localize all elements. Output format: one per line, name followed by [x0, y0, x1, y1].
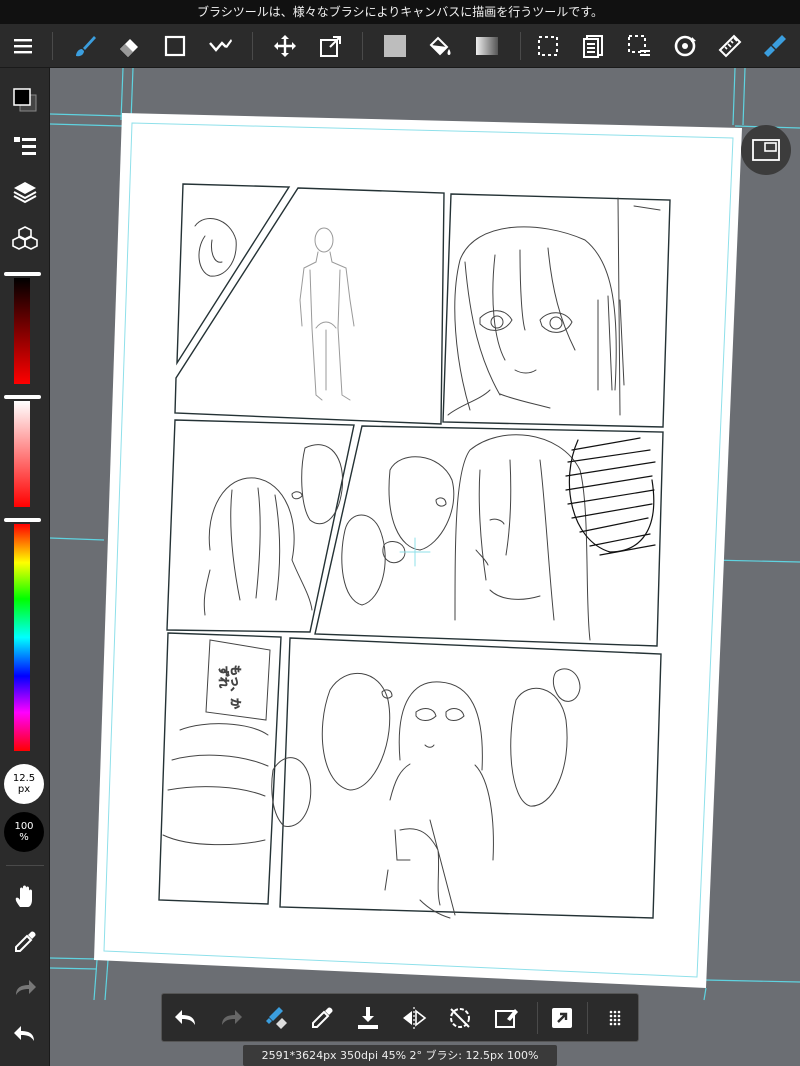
hue-slider-handle[interactable]: [4, 518, 41, 522]
hue-slider[interactable]: [14, 524, 30, 751]
brush-size-value: 12.5: [12, 773, 36, 784]
menu-icon[interactable]: [8, 31, 38, 61]
undo-icon[interactable]: [170, 1003, 202, 1033]
navigator-icon: [752, 139, 780, 161]
undo-icon[interactable]: [9, 1018, 41, 1050]
brightness-slider[interactable]: [14, 278, 30, 384]
top-toolbar: [0, 24, 800, 68]
rotate-icon[interactable]: [670, 31, 700, 61]
transform-icon[interactable]: [316, 31, 346, 61]
move-icon[interactable]: [270, 31, 300, 61]
status-info: 2591*3624px 350dpi 45% 2° ブラシ: 12.5px 10…: [243, 1045, 557, 1066]
svg-text:ずれ: ずれ: [217, 666, 230, 688]
share-icon[interactable]: [546, 1003, 578, 1033]
copy-icon[interactable]: [578, 31, 608, 61]
sidebar-divider: [6, 865, 44, 866]
layers-icon[interactable]: [9, 176, 41, 208]
more-grid-icon[interactable]: [599, 1003, 631, 1033]
redo-icon[interactable]: [215, 1003, 247, 1033]
opacity-button[interactable]: 100 %: [4, 812, 44, 852]
ruler-icon[interactable]: [715, 31, 745, 61]
opacity-value: 100: [14, 821, 34, 832]
line-icon[interactable]: [205, 31, 235, 61]
toolbar-divider: [252, 32, 253, 60]
fill-color-icon[interactable]: [380, 31, 410, 61]
left-sidebar: 12.5 px 100 %: [0, 68, 50, 1066]
hand-icon[interactable]: [9, 880, 41, 912]
toolbar-divider: [362, 32, 363, 60]
materials-icon[interactable]: [9, 222, 41, 254]
brightness-slider-handle[interactable]: [4, 272, 41, 276]
toolbar-divider: [520, 32, 521, 60]
tone-pen-icon[interactable]: [760, 31, 790, 61]
flip-icon[interactable]: [398, 1003, 430, 1033]
eraser-icon[interactable]: [114, 31, 144, 61]
eyedropper-icon[interactable]: [9, 926, 41, 958]
canvas-area[interactable]: もっ、か ずれ: [50, 68, 800, 1066]
eyedropper-icon[interactable]: [306, 1003, 338, 1033]
toolbar-divider: [52, 32, 53, 60]
redo-icon[interactable]: [9, 972, 41, 1004]
saturation-slider[interactable]: [14, 401, 30, 507]
canvas-drawing: もっ、か ずれ: [50, 68, 800, 1001]
brush-size-button[interactable]: 12.5 px: [4, 764, 44, 804]
tool-hint: ブラシツールは、様々なブラシによりキャンバスに描画を行うツールです。: [0, 0, 800, 24]
import-icon[interactable]: [352, 1003, 384, 1033]
shape-icon[interactable]: [160, 31, 190, 61]
navigator-button[interactable]: [741, 125, 791, 175]
reset-rotation-icon[interactable]: [444, 1003, 476, 1033]
app: ブラシツールは、様々なブラシによりキャンバスに描画を行うツールです。 12.5 …: [0, 0, 800, 1066]
clear-icon[interactable]: [490, 1003, 522, 1033]
brush-eraser-toggle-icon[interactable]: [260, 1003, 292, 1033]
bottom-divider: [587, 1002, 588, 1034]
color-swatch[interactable]: [9, 84, 41, 116]
layer-list-icon[interactable]: [9, 130, 41, 162]
brush-size-unit: px: [17, 784, 31, 795]
saturation-slider-handle[interactable]: [4, 395, 41, 399]
brush-icon[interactable]: [70, 31, 100, 61]
bottom-toolbar: [161, 993, 639, 1042]
select-layer-icon[interactable]: [624, 31, 654, 61]
opacity-unit: %: [19, 832, 29, 843]
bucket-icon[interactable]: [425, 31, 455, 61]
select-icon[interactable]: [533, 31, 563, 61]
bottom-divider: [537, 1002, 538, 1034]
gradient-icon[interactable]: [472, 31, 502, 61]
